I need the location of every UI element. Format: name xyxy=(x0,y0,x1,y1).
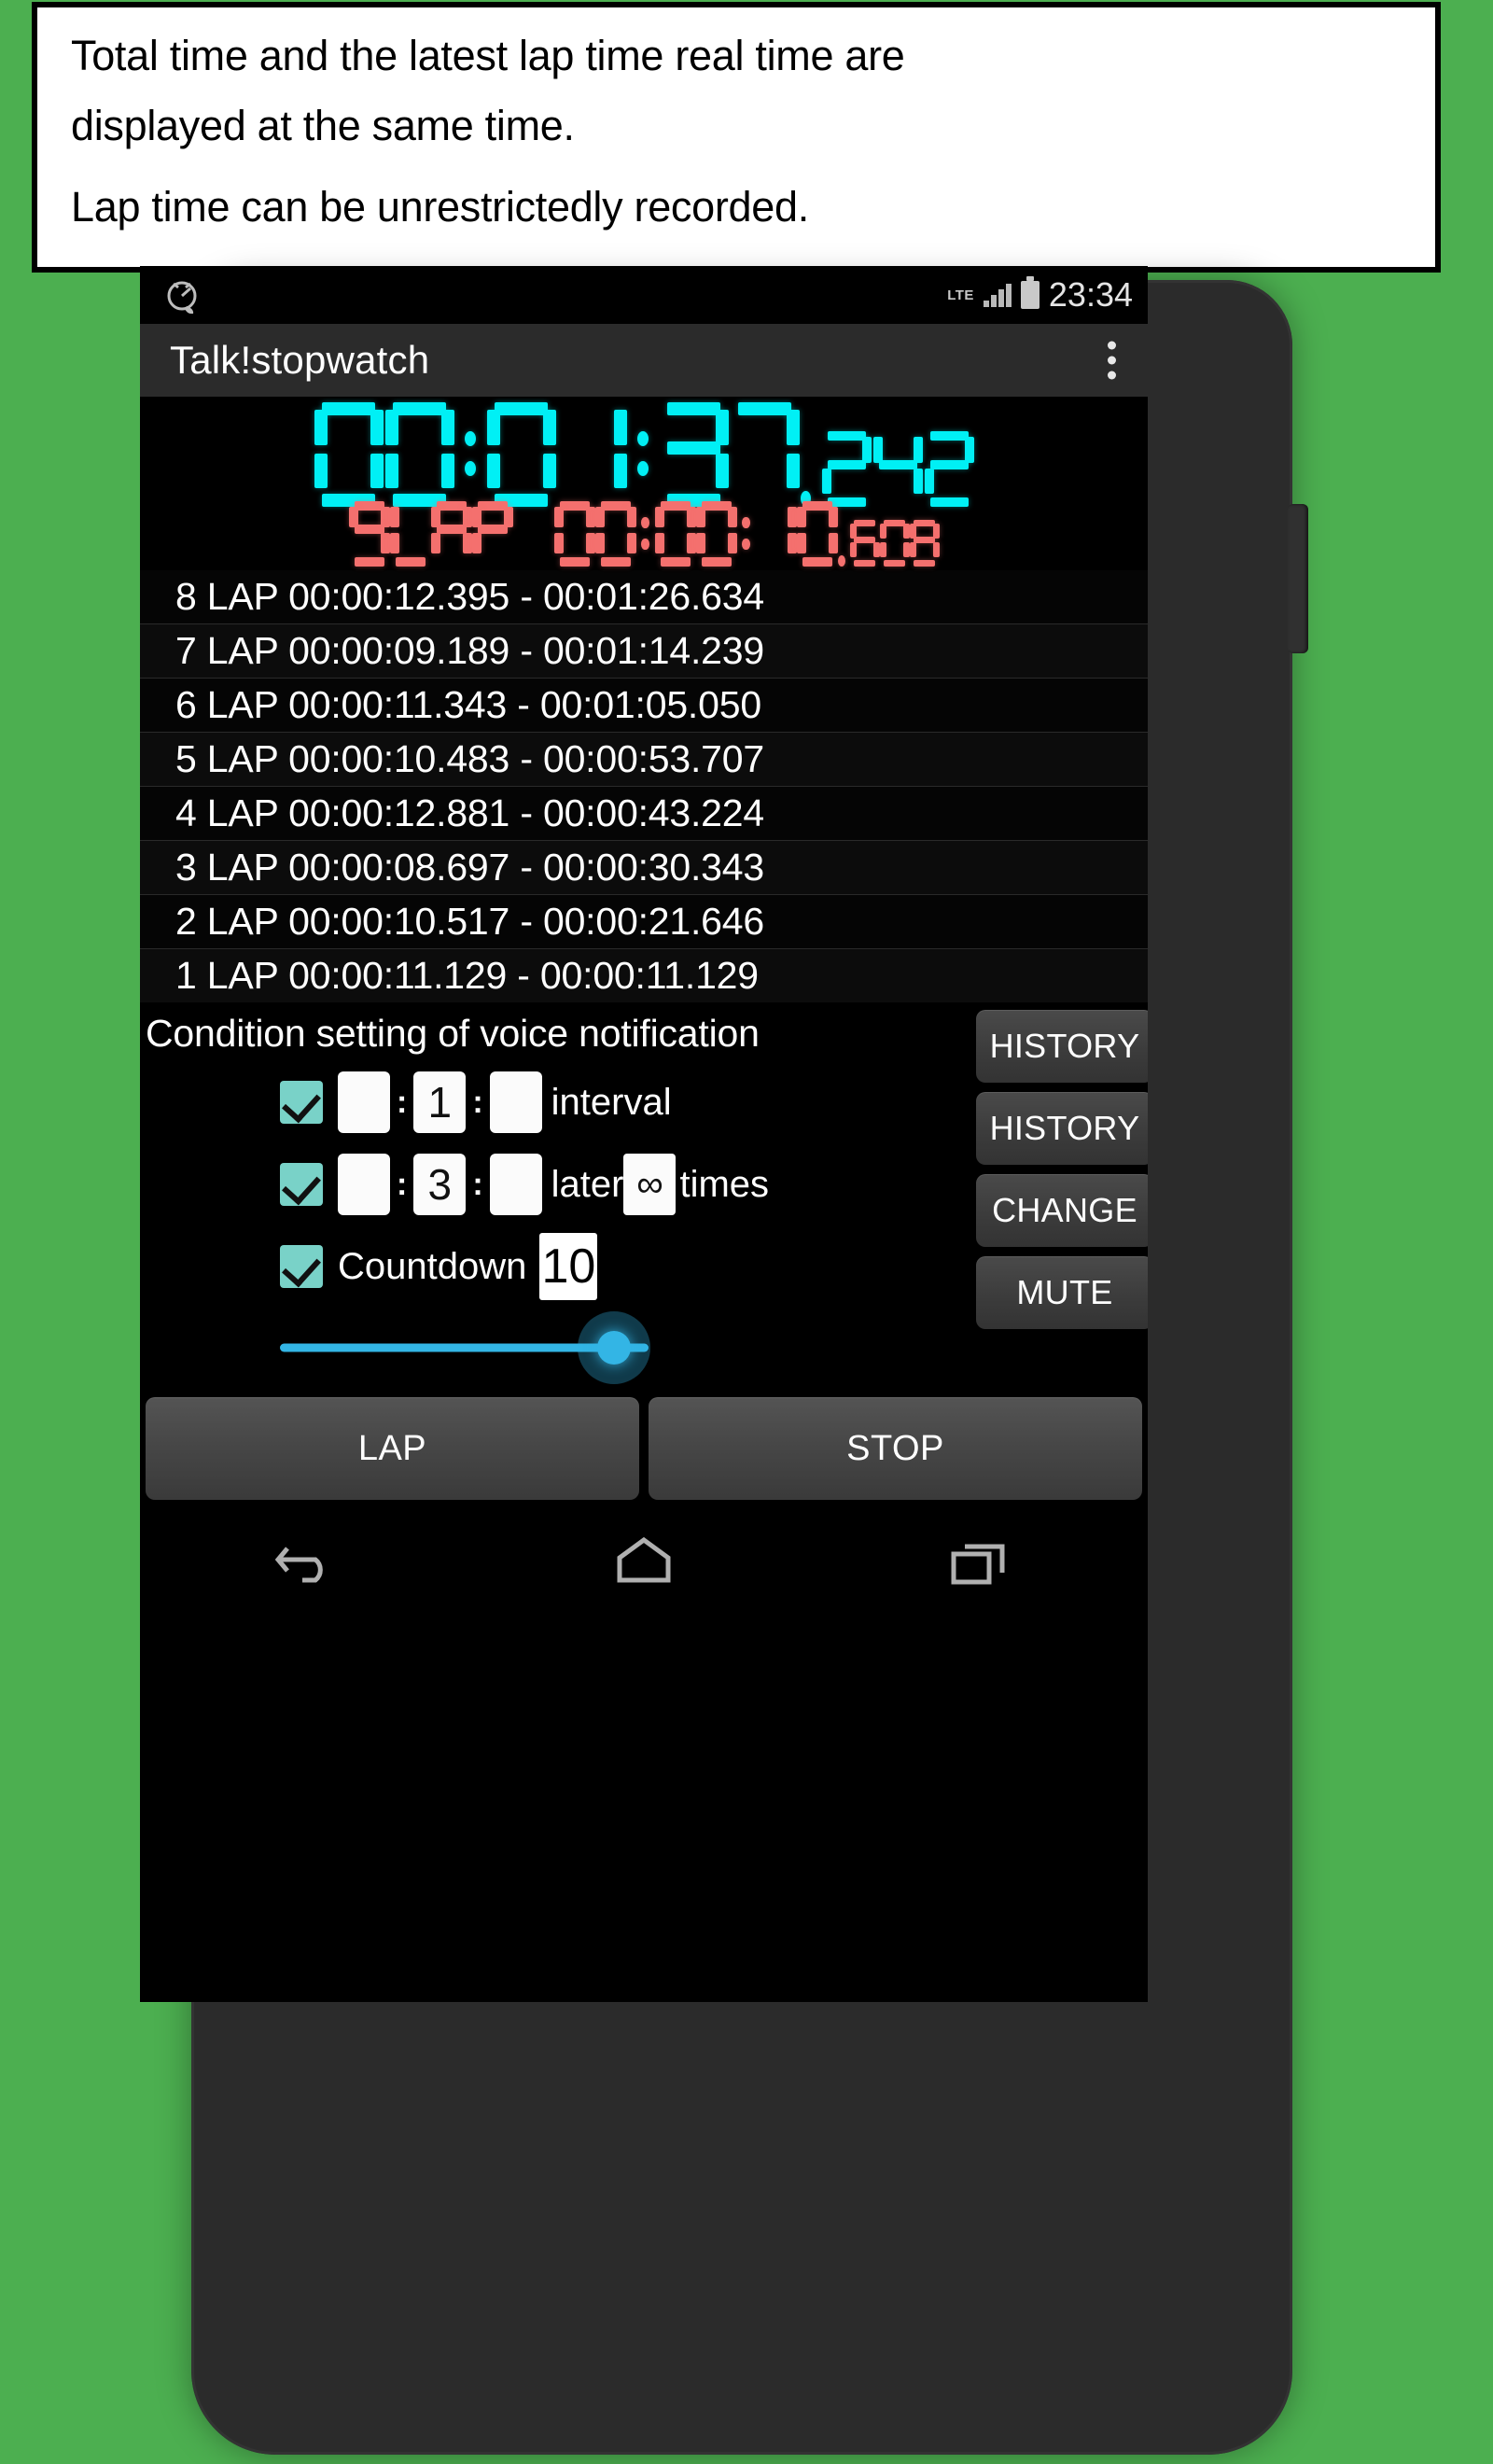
countdown-change-button[interactable]: CHANGE xyxy=(976,1174,1148,1247)
interval-checkbox[interactable] xyxy=(280,1081,323,1124)
seven-segment-colon xyxy=(628,402,659,507)
lap-list[interactable]: 8 LAP 00:00:12.395 - 00:01:26.634 7 LAP 0… xyxy=(140,570,1148,1002)
interval-minutes-input[interactable]: 1 xyxy=(413,1071,467,1133)
seven-segment-colon xyxy=(455,402,486,507)
home-icon[interactable] xyxy=(599,1531,689,1592)
seven-segment-digit xyxy=(660,402,729,507)
later-sep-1: : xyxy=(397,1167,408,1202)
seven-segment-digit xyxy=(731,402,800,507)
lap-list-item[interactable]: 1 LAP 00:00:11.129 - 00:00:11.129 xyxy=(140,949,1148,1002)
lap-list-item[interactable]: 3 LAP 00:00:08.697 - 00:00:30.343 xyxy=(140,841,1148,895)
back-icon[interactable] xyxy=(263,1531,353,1592)
status-bar-right: LTE 23:34 xyxy=(947,266,1133,324)
later-hours-input[interactable] xyxy=(338,1154,390,1215)
seven-segment-digit xyxy=(849,520,880,567)
seven-segment-digit xyxy=(909,520,940,567)
seven-segment-digit xyxy=(558,402,627,507)
interval-sep-1: : xyxy=(397,1085,408,1120)
later-times-input[interactable]: ∞ xyxy=(623,1154,677,1215)
caption-line-3: Lap time can be unrestrictedly recorded. xyxy=(71,182,809,231)
seven-segment-colon xyxy=(737,501,756,567)
caption-line-2: displayed at the same time. xyxy=(71,101,575,149)
seven-segment-colon xyxy=(636,501,655,567)
main-button-bar: LAP STOP xyxy=(140,1388,1148,1500)
status-bar-clock: 23:34 xyxy=(1048,275,1133,314)
lap-list-item[interactable]: 4 LAP 00:00:12.881 - 00:00:43.224 xyxy=(140,787,1148,841)
seven-segment-digit xyxy=(924,431,974,507)
stop-button[interactable]: STOP xyxy=(649,1397,1142,1500)
seven-segment-digit xyxy=(348,501,390,567)
stopwatch-icon xyxy=(167,281,197,315)
later-history-button[interactable]: HISTORY xyxy=(976,1092,1148,1165)
lap-list-item[interactable]: 7 LAP 00:00:09.189 - 00:01:14.239 xyxy=(140,624,1148,679)
seven-segment-digit xyxy=(486,402,556,507)
seven-segment-digit xyxy=(821,431,872,507)
lap-button[interactable]: LAP xyxy=(146,1397,639,1500)
seven-segment-digit xyxy=(513,501,554,567)
seven-segment-digit xyxy=(654,501,696,567)
device-screen: LTE 23:34 Talk!stopwatch 8 LAP 00:00:12.… xyxy=(140,266,1148,2002)
lap-list-item[interactable]: 6 LAP 00:00:11.343 - 00:01:05.050 xyxy=(140,679,1148,733)
interval-sep-2: : xyxy=(472,1085,483,1120)
seven-segment-digit xyxy=(796,501,838,567)
navigation-bar xyxy=(140,1500,1148,1623)
later-sep-2: : xyxy=(472,1167,483,1202)
seven-segment-digit xyxy=(594,501,636,567)
seven-segment-digit xyxy=(756,501,797,567)
later-label: later xyxy=(551,1163,624,1205)
caption-box: Total time and the latest lap time real … xyxy=(32,2,1441,273)
lap-list-item[interactable]: 2 LAP 00:00:10.517 - 00:00:21.646 xyxy=(140,895,1148,949)
countdown-value-input[interactable]: 10 xyxy=(539,1233,598,1300)
interval-seconds-input[interactable] xyxy=(489,1071,542,1133)
total-time-display xyxy=(140,402,1148,507)
later-seconds-input[interactable] xyxy=(489,1154,542,1215)
overflow-menu-icon[interactable] xyxy=(1108,341,1116,380)
seven-segment-decimal-point xyxy=(800,402,821,507)
signal-bars-icon xyxy=(983,283,1012,307)
action-bar: Talk!stopwatch xyxy=(140,324,1148,397)
later-checkbox[interactable] xyxy=(280,1163,323,1206)
mute-button[interactable]: MUTE xyxy=(976,1256,1148,1329)
lcd-display xyxy=(140,397,1148,570)
page-title: Talk!stopwatch xyxy=(170,338,430,382)
interval-hours-input[interactable] xyxy=(338,1071,390,1133)
power-button[interactable] xyxy=(1288,504,1308,653)
seven-segment-digit xyxy=(471,501,513,567)
countdown-checkbox[interactable] xyxy=(280,1245,323,1288)
interval-history-button[interactable]: HISTORY xyxy=(976,1010,1148,1083)
volume-slider-thumb[interactable] xyxy=(597,1331,631,1365)
current-lap-display xyxy=(140,501,1148,567)
later-times-label: times xyxy=(679,1163,770,1205)
recents-icon[interactable] xyxy=(935,1531,1025,1592)
status-bar: LTE 23:34 xyxy=(140,266,1148,324)
seven-segment-digit xyxy=(553,501,595,567)
seven-segment-digit xyxy=(389,501,431,567)
lap-list-item[interactable]: 8 LAP 00:00:12.395 - 00:01:26.634 xyxy=(140,570,1148,624)
phone-device: LTE 23:34 Talk!stopwatch 8 LAP 00:00:12.… xyxy=(140,266,1308,2455)
seven-segment-digit xyxy=(430,501,472,567)
seven-segment-digit xyxy=(384,402,454,507)
countdown-label: Countdown xyxy=(338,1245,527,1287)
seven-segment-decimal-point xyxy=(837,501,850,567)
battery-full-icon xyxy=(1020,276,1040,309)
later-minutes-input[interactable]: 3 xyxy=(413,1154,467,1215)
lap-list-item[interactable]: 5 LAP 00:00:10.483 - 00:00:53.707 xyxy=(140,733,1148,787)
seven-segment-digit xyxy=(872,431,923,507)
interval-label: interval xyxy=(551,1081,672,1123)
caption-line-1: Total time and the latest lap time real … xyxy=(71,32,905,79)
seven-segment-digit xyxy=(695,501,737,567)
voice-notification-settings: Condition setting of voice notification … xyxy=(140,1002,1148,1388)
network-type-label: LTE xyxy=(947,287,974,303)
seven-segment-digit xyxy=(879,520,910,567)
seven-segment-digit xyxy=(314,402,384,507)
